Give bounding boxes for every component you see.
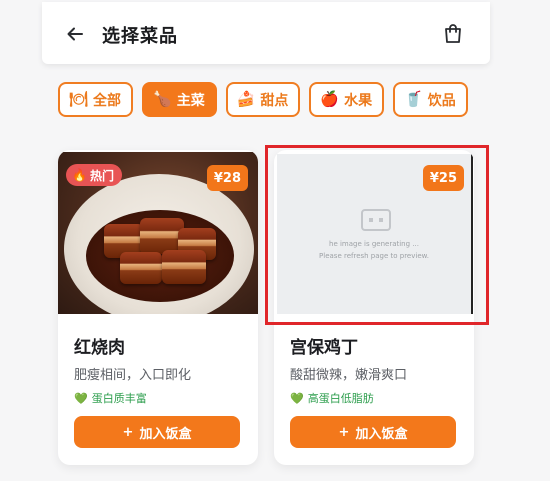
green-heart-icon: 💚	[74, 391, 88, 405]
back-button[interactable]	[64, 23, 86, 45]
arrow-left-icon	[67, 27, 83, 41]
nutrition-tag-label: 高蛋白低脂肪	[307, 392, 374, 405]
tab-drinks[interactable]: 🥤 饮品	[393, 82, 468, 117]
top-app-bar: 选择菜品	[42, 2, 490, 64]
add-to-lunchbox-button[interactable]: + 加入饭盒	[290, 416, 456, 448]
category-tabs: 🍽 全部 🍗 主菜 🍰 甜点 🍎 水果 🥤 饮品	[58, 82, 476, 120]
dish-name: 宫保鸡丁	[290, 338, 358, 358]
dish-description: 肥瘦相间，入口即化	[74, 368, 192, 383]
hot-badge-label: 热门	[89, 168, 114, 183]
tab-label: 全部	[93, 92, 122, 109]
utensils-icon: 🍽	[69, 90, 89, 108]
drumstick-icon: 🍗	[153, 90, 172, 108]
tab-main-dish[interactable]: 🍗 主菜	[142, 82, 217, 117]
drink-cup-icon: 🥤	[404, 90, 423, 108]
dish-description: 酸甜微辣，嫩滑爽口	[290, 368, 408, 383]
add-to-lunchbox-button[interactable]: + 加入饭盒	[74, 416, 240, 448]
apple-icon: 🍎	[320, 90, 340, 108]
green-heart-icon: 💚	[290, 391, 304, 405]
page-title: 选择菜品	[102, 26, 178, 47]
add-button-label: 加入饭盒	[355, 426, 408, 442]
cart-button[interactable]	[440, 21, 466, 47]
fire-icon: 🔥	[72, 168, 87, 182]
tab-fruit[interactable]: 🍎 水果	[309, 82, 385, 117]
tab-label: 饮品	[427, 92, 456, 109]
nutrition-tag: 💚 蛋白质丰富	[74, 390, 147, 406]
nutrition-tag-label: 蛋白质丰富	[91, 392, 147, 405]
plus-icon: +	[338, 424, 350, 440]
plus-icon: +	[122, 424, 134, 440]
cake-icon: 🍰	[236, 90, 256, 108]
dish-image: 🔥 热门 ¥28	[58, 152, 258, 314]
tab-label: 水果	[344, 92, 373, 109]
tab-label: 主菜	[176, 92, 205, 109]
dish-card[interactable]: 🔥 热门 ¥28 红烧肉 肥瘦相间，入口即化 💚 蛋白质丰富 + 加入饭盒	[58, 150, 258, 465]
hot-badge: 🔥 热门	[66, 164, 122, 186]
tab-dessert[interactable]: 🍰 甜点	[225, 82, 301, 117]
highlight-box	[265, 145, 489, 325]
add-button-label: 加入饭盒	[139, 426, 192, 442]
price-badge: ¥28	[206, 165, 248, 191]
tab-all[interactable]: 🍽 全部	[58, 82, 134, 117]
dish-name: 红烧肉	[74, 338, 125, 358]
nutrition-tag: 💚 高蛋白低脂肪	[290, 390, 374, 406]
tab-label: 甜点	[260, 92, 289, 109]
shopping-bag-icon	[445, 24, 461, 43]
